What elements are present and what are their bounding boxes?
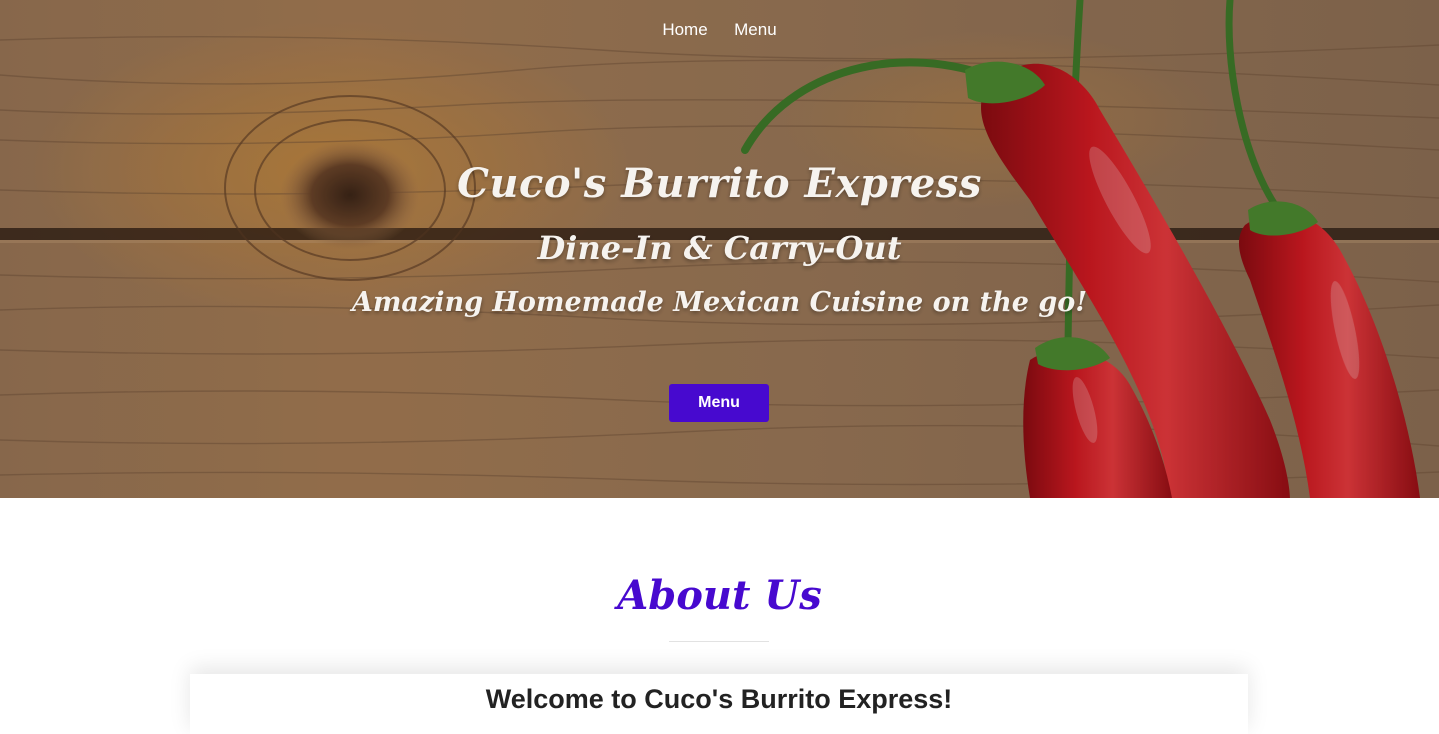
hero-subtitle: Dine-In & Carry-Out — [537, 229, 902, 267]
hero-menu-button[interactable]: Menu — [669, 384, 769, 422]
about-title: About Us — [617, 572, 822, 619]
hero-tagline: Amazing Homemade Mexican Cuisine on the … — [351, 287, 1088, 318]
hero-title: Cuco's Burrito Express — [457, 160, 982, 207]
nav-link-home[interactable]: Home — [662, 20, 707, 40]
hero-section: Home Menu Cuco's Burrito Express Dine-In… — [0, 0, 1439, 498]
section-divider — [669, 641, 769, 642]
nav-link-menu[interactable]: Menu — [734, 20, 777, 40]
top-navigation: Home Menu — [0, 20, 1439, 40]
welcome-heading: Welcome to Cuco's Burrito Express! — [485, 684, 953, 714]
welcome-card: Welcome to Cuco's Burrito Express! — [190, 674, 1248, 734]
